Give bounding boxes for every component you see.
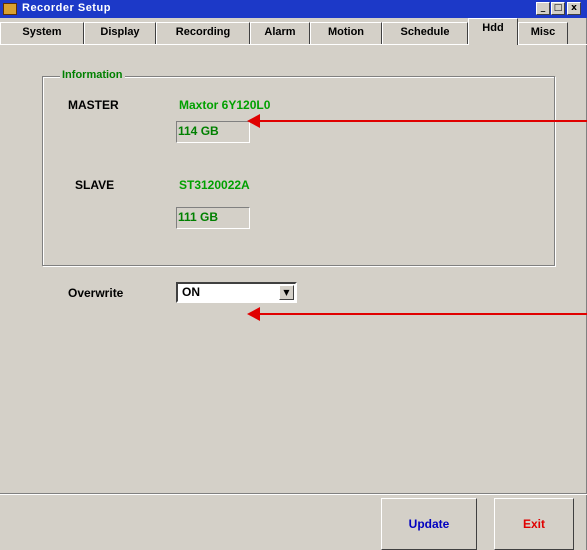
close-button[interactable]: x	[567, 2, 581, 15]
tab-schedule[interactable]: Schedule	[382, 22, 468, 44]
slave-capacity-field: 111 GB	[176, 207, 250, 229]
window-title: Recorder Setup	[22, 2, 111, 14]
chevron-down-icon[interactable]: ▼	[279, 285, 294, 300]
slave-model: ST3120022A	[179, 178, 250, 192]
tab-recording[interactable]: Recording	[156, 22, 250, 44]
tab-hdd[interactable]: Hdd	[468, 18, 518, 45]
bottom-separator	[0, 493, 587, 495]
master-model: Maxtor 6Y120L0	[179, 98, 271, 112]
exit-button[interactable]: Exit	[494, 498, 574, 550]
tab-alarm[interactable]: Alarm	[250, 22, 310, 44]
tab-misc[interactable]: Misc	[518, 22, 568, 44]
master-label: MASTER	[68, 98, 119, 112]
setup-window: Recorder Setup _ □ x System Display Reco…	[0, 0, 587, 550]
slave-label: SLAVE	[75, 178, 115, 192]
annotation-arrow-head	[247, 114, 260, 128]
minimize-button[interactable]: _	[536, 2, 550, 15]
information-group-label: Information	[60, 69, 125, 81]
title-bar: Recorder Setup _ □ x	[0, 0, 587, 18]
update-button[interactable]: Update	[381, 498, 477, 550]
master-capacity-field: 114 GB	[176, 121, 250, 143]
annotation-arrow-line	[258, 120, 587, 122]
app-icon	[3, 3, 17, 15]
annotation-arrow-head	[247, 307, 260, 321]
overwrite-label: Overwrite	[68, 286, 124, 300]
tab-display[interactable]: Display	[84, 22, 156, 44]
tab-motion[interactable]: Motion	[310, 22, 382, 44]
maximize-button[interactable]: □	[551, 2, 565, 15]
tab-bar: System Display Recording Alarm Motion Sc…	[0, 18, 587, 45]
tab-system[interactable]: System	[0, 22, 84, 44]
overwrite-select[interactable]: ON ▼	[176, 282, 297, 303]
annotation-arrow-line	[258, 313, 587, 315]
overwrite-value: ON	[182, 285, 200, 299]
